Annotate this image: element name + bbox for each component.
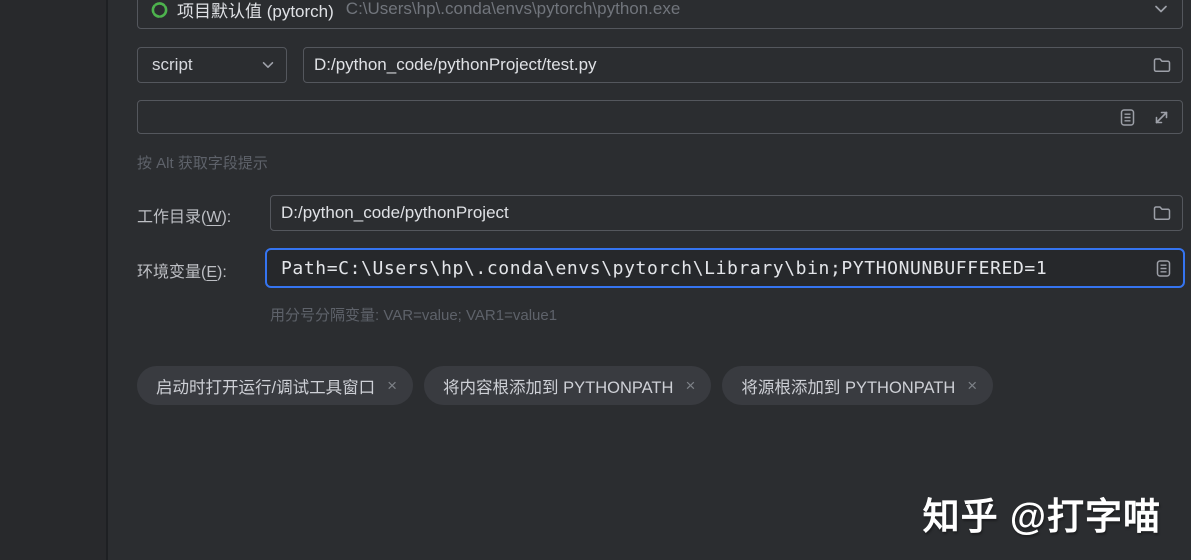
- target-type-value: script: [152, 55, 193, 74]
- close-icon[interactable]: ×: [387, 377, 397, 394]
- variables-list-icon[interactable]: [1118, 108, 1137, 127]
- env-variables-label: 环境变量(E):: [137, 258, 227, 282]
- working-directory-input[interactable]: D:/python_code/pythonProject: [270, 195, 1183, 231]
- watermark-text: 知乎 @打字喵: [922, 496, 1161, 537]
- tag-label: 将源根添加到 PYTHONPATH: [741, 378, 956, 397]
- folder-icon[interactable]: [1152, 55, 1172, 75]
- folder-icon[interactable]: [1152, 203, 1172, 223]
- script-parameters-input[interactable]: [137, 100, 1183, 134]
- env-hint-text: 用分号分隔变量: VAR=value; VAR1=value1: [270, 307, 558, 324]
- close-icon[interactable]: ×: [967, 377, 977, 394]
- tag-label: 将内容根添加到 PYTHONPATH: [443, 378, 674, 397]
- interpreter-path: C:\Users\hp\.conda\envs\pytorch\python.e…: [345, 0, 681, 18]
- script-path-input[interactable]: D:/python_code/pythonProject/test.py: [303, 47, 1183, 83]
- chevron-down-icon: [260, 57, 276, 73]
- option-tags-row: 启动时打开运行/调试工具窗口 × 将内容根添加到 PYTHONPATH × 将源…: [137, 366, 994, 405]
- expand-field-icon[interactable]: [1151, 107, 1172, 128]
- working-directory-label-suffix: ):: [221, 209, 232, 226]
- tag-add-source-roots-pythonpath[interactable]: 将源根添加到 PYTHONPATH ×: [722, 366, 994, 405]
- env-variables-input[interactable]: Path=C:\Users\hp\.conda\envs\pytorch\Lib…: [265, 248, 1185, 288]
- env-variables-label-prefix: 环境变量(: [137, 264, 207, 281]
- working-directory-value: D:/python_code/pythonProject: [281, 203, 509, 222]
- interpreter-select[interactable]: 项目默认值 (pytorch) C:\Users\hp\.conda\envs\…: [137, 0, 1183, 29]
- script-path-value: D:/python_code/pythonProject/test.py: [314, 55, 597, 74]
- tag-open-run-debug-window[interactable]: 启动时打开运行/调试工具窗口 ×: [137, 366, 414, 405]
- target-type-select[interactable]: script: [137, 47, 287, 83]
- env-variables-value: Path=C:\Users\hp\.conda\envs\pytorch\Lib…: [281, 257, 1048, 279]
- variables-list-icon[interactable]: [1154, 259, 1173, 278]
- left-panel: [0, 0, 108, 560]
- tag-add-content-roots-pythonpath[interactable]: 将内容根添加到 PYTHONPATH ×: [424, 366, 712, 405]
- conda-environment-icon: [150, 0, 169, 19]
- tag-label: 启动时打开运行/调试工具窗口: [156, 378, 376, 397]
- working-directory-mnemonic: W: [206, 209, 222, 226]
- env-variables-mnemonic: E: [206, 264, 218, 281]
- interpreter-name: 项目默认值 (pytorch): [177, 1, 334, 21]
- alt-hint-text: 按 Alt 获取字段提示: [137, 155, 268, 172]
- close-icon[interactable]: ×: [685, 377, 695, 394]
- working-directory-label-prefix: 工作目录(: [137, 209, 207, 226]
- chevron-down-icon: [1152, 0, 1170, 18]
- working-directory-label: 工作目录(W):: [137, 203, 231, 227]
- env-variables-label-suffix: ):: [217, 264, 227, 281]
